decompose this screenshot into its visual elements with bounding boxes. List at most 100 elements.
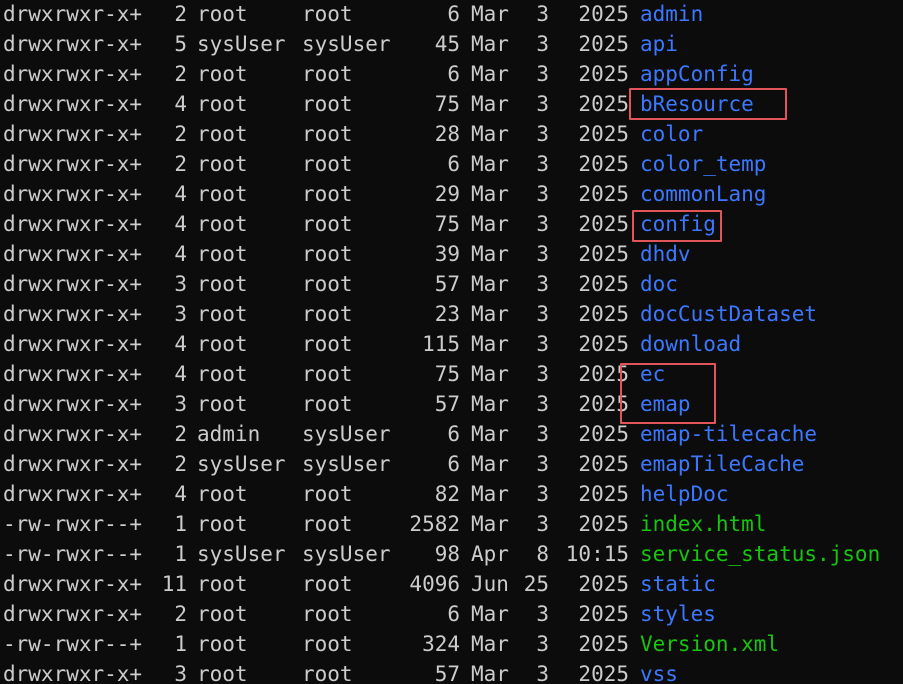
size: 6 [447, 2, 460, 26]
size: 23 [434, 302, 460, 326]
day: 3 [536, 662, 549, 684]
month: Mar [471, 2, 509, 26]
link-count: 2 [174, 602, 187, 626]
filename: commonLang [640, 182, 767, 206]
owner: root [197, 122, 248, 146]
listing-row: drwxrwxr-x+ 3 root root 57 Mar 3 2025 vss [3, 659, 903, 684]
group: root [302, 632, 353, 656]
group: root [302, 332, 353, 356]
group: root [302, 392, 353, 416]
listing-row: drwxrwxr-x+ 4 root root 115 Mar 3 2025 download [3, 329, 903, 359]
group: root [302, 2, 353, 26]
permissions: drwxrwxr-x+ [3, 422, 143, 446]
highlight-box-ec-emap [620, 363, 716, 424]
listing-row: drwxrwxr-x+ 2 root root 6 Mar 3 2025 appConfig [3, 59, 903, 89]
time-or-year: 2025 [578, 272, 629, 296]
owner: root [197, 152, 248, 176]
day: 3 [536, 122, 549, 146]
permissions: -rw-rwxr--+ [3, 512, 143, 536]
filename: emapTileCache [640, 452, 805, 476]
listing-row: drwxrwxr-x+ 4 root root 39 Mar 3 2025 dhdv [3, 239, 903, 269]
owner: root [197, 302, 248, 326]
listing-row: drwxrwxr-x+ 4 root root 29 Mar 3 2025 commonLang [3, 179, 903, 209]
listing-row: drwxrwxr-x+ 4 root root 75 Mar 3 2025 config [3, 209, 903, 239]
group: sysUser [302, 32, 391, 56]
month: Mar [471, 182, 509, 206]
link-count: 11 [161, 572, 187, 596]
permissions: drwxrwxr-x+ [3, 212, 143, 236]
month: Mar [471, 392, 509, 416]
listing-row: drwxrwxr-x+ 3 root root 57 Mar 3 2025 emap [3, 389, 903, 419]
size: 6 [447, 152, 460, 176]
day: 3 [536, 272, 549, 296]
month: Mar [471, 32, 509, 56]
day: 3 [536, 422, 549, 446]
month: Mar [471, 272, 509, 296]
filename: color [640, 122, 704, 146]
listing-row: drwxrwxr-x+ 2 admin sysUser 6 Mar 3 2025 emap-ti… [3, 419, 903, 449]
owner: sysUser [197, 452, 286, 476]
link-count: 4 [174, 332, 187, 356]
owner: root [197, 272, 248, 296]
link-count: 2 [174, 452, 187, 476]
link-count: 1 [174, 512, 187, 536]
group: root [302, 122, 353, 146]
permissions: drwxrwxr-x+ [3, 242, 143, 266]
permissions: drwxrwxr-x+ [3, 662, 143, 684]
month: Mar [471, 512, 509, 536]
size: 57 [434, 662, 460, 684]
filename: index.html [640, 512, 767, 536]
size: 28 [434, 122, 460, 146]
time-or-year: 2025 [578, 182, 629, 206]
link-count: 2 [174, 2, 187, 26]
owner: root [197, 242, 248, 266]
time-or-year: 2025 [578, 32, 629, 56]
size: 82 [434, 482, 460, 506]
listing-row: drwxrwxr-x+ 2 sysUser sysUser 6 Mar 3 2025 emapT… [3, 449, 903, 479]
permissions: drwxrwxr-x+ [3, 572, 143, 596]
group: sysUser [302, 422, 391, 446]
size: 29 [434, 182, 460, 206]
listing-row: drwxrwxr-x+ 2 root root 6 Mar 3 2025 admin [3, 0, 903, 29]
day: 3 [536, 2, 549, 26]
size: 75 [434, 92, 460, 116]
filename: admin [640, 2, 704, 26]
group: root [302, 512, 353, 536]
time-or-year: 2025 [578, 602, 629, 626]
month: Mar [471, 332, 509, 356]
month: Mar [471, 242, 509, 266]
permissions: drwxrwxr-x+ [3, 482, 143, 506]
permissions: drwxrwxr-x+ [3, 332, 143, 356]
size: 115 [422, 332, 460, 356]
day: 3 [536, 602, 549, 626]
permissions: -rw-rwxr--+ [3, 542, 143, 566]
owner: sysUser [197, 32, 286, 56]
day: 3 [536, 332, 549, 356]
day: 3 [536, 392, 549, 416]
filename: appConfig [640, 62, 754, 86]
listing-row: drwxrwxr-x+ 3 root root 23 Mar 3 2025 docCustDat… [3, 299, 903, 329]
month: Jun [471, 572, 509, 596]
owner: root [197, 62, 248, 86]
day: 3 [536, 482, 549, 506]
permissions: drwxrwxr-x+ [3, 92, 143, 116]
time-or-year: 2025 [578, 302, 629, 326]
owner: sysUser [197, 542, 286, 566]
filename: dhdv [640, 242, 691, 266]
month: Mar [471, 422, 509, 446]
listing-row: drwxrwxr-x+ 5 sysUser sysUser 45 Mar 3 2025 api [3, 29, 903, 59]
day: 3 [536, 182, 549, 206]
time-or-year: 2025 [578, 662, 629, 684]
owner: root [197, 212, 248, 236]
link-count: 2 [174, 62, 187, 86]
link-count: 3 [174, 272, 187, 296]
time-or-year: 2025 [578, 122, 629, 146]
time-or-year: 2025 [578, 92, 629, 116]
owner: root [197, 602, 248, 626]
month: Mar [471, 362, 509, 386]
filename: service_status.json [640, 542, 881, 566]
link-count: 1 [174, 542, 187, 566]
day: 25 [523, 572, 549, 596]
group: root [302, 572, 353, 596]
listing-row: drwxrwxr-x+ 11 root root 4096 Jun 25 2025 static [3, 569, 903, 599]
